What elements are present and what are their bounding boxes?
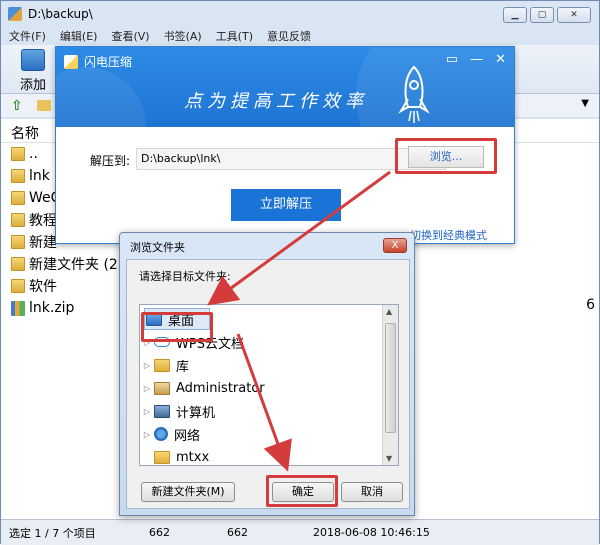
highlight-frame <box>395 138 497 174</box>
vertical-scrollbar[interactable]: ▲ ▼ <box>382 305 398 465</box>
file-name: 软件 <box>29 279 57 295</box>
extract-now-button[interactable]: 立即解压 <box>231 189 341 221</box>
zip-archive-icon <box>11 300 25 316</box>
folder-icon <box>37 100 51 111</box>
up-arrow-icon[interactable]: ⇧ <box>11 98 25 114</box>
list-item[interactable]: WeC <box>11 187 60 209</box>
menu-feedback[interactable]: 意见反馈 <box>265 27 313 45</box>
tree-item-administrator[interactable]: ▷ Administrator <box>140 377 265 399</box>
file-name: lnk.zip <box>29 300 75 316</box>
tree-item-label: mtxx <box>176 449 210 465</box>
scroll-thumb[interactable] <box>385 323 396 433</box>
status-bar: 选定 1 / 7 个项目 662 662 2018-06-08 10:46:15 <box>1 519 599 545</box>
flash-compress-dialog: 闪电压缩 点为提高工作效率 ▭ — ✕ 解压到: D:\backup\lnk\ … <box>55 46 515 244</box>
expand-arrow-icon[interactable]: ▷ <box>140 361 154 370</box>
menu-view[interactable]: 查看(V) <box>109 27 151 45</box>
list-item[interactable]: 软件 <box>11 275 57 297</box>
browse-folder-dialog: 浏览文件夹 X 请选择目标文件夹: 桌面 ▷ WPS云文档 ▷ 库 ▷ Admi… <box>119 232 415 516</box>
file-name: 新建 <box>29 235 57 251</box>
close-icon[interactable]: ✕ <box>495 52 506 67</box>
tree-item-label: 计算机 <box>176 405 216 421</box>
folder-icon <box>11 235 25 249</box>
close-button[interactable]: X <box>383 238 407 253</box>
expand-arrow-icon[interactable]: ▷ <box>140 407 154 416</box>
list-item[interactable]: 新建 <box>11 231 57 253</box>
tree-item-label: Administrator <box>176 380 265 396</box>
dialog-title: 闪电压缩 <box>84 55 133 69</box>
menu-tools[interactable]: 工具(T) <box>214 27 255 45</box>
status-size: 662 <box>149 526 170 539</box>
scroll-up-icon[interactable]: ▲ <box>386 307 392 316</box>
menu-file[interactable]: 文件(F) <box>7 27 48 45</box>
maximize-button[interactable]: ▢ <box>530 7 554 23</box>
flash-logo-icon <box>64 55 78 69</box>
computer-icon <box>154 404 170 418</box>
rocket-icon <box>398 65 430 123</box>
menu-bar: 文件(F) 编辑(E) 查看(V) 书签(A) 工具(T) 意见反馈 <box>7 27 313 45</box>
new-folder-button[interactable]: 新建文件夹(M) <box>141 482 235 502</box>
expand-arrow-icon[interactable]: ▷ <box>140 384 154 393</box>
message-icon[interactable]: ▭ <box>446 52 458 67</box>
chevron-down-icon[interactable]: ▼ <box>581 98 589 109</box>
network-icon <box>154 427 168 441</box>
list-item[interactable]: 教程 <box>11 209 57 231</box>
classic-mode-link[interactable]: 切换到经典模式 <box>410 227 487 243</box>
status-modified: 2018-06-08 10:46:15 <box>313 526 430 539</box>
tree-item-computer[interactable]: ▷ 计算机 <box>140 400 215 422</box>
minimize-button[interactable]: — <box>470 52 483 67</box>
highlight-frame <box>266 475 338 507</box>
file-name: lnk <box>29 168 50 184</box>
prompt-label: 请选择目标文件夹: <box>139 270 231 283</box>
highlight-frame <box>141 312 213 342</box>
title-bar: D:\backup\ ▁ ▢ ✕ <box>1 1 599 27</box>
tree-item-library[interactable]: ▷ 库 <box>140 354 189 376</box>
extract-to-label: 解压到: <box>90 154 131 168</box>
list-item[interactable]: .. <box>11 143 38 165</box>
truncated-column-value: 6 <box>586 297 595 313</box>
tree-item-label: 库 <box>176 359 190 375</box>
file-name: 教程 <box>29 213 57 229</box>
banner: 闪电压缩 点为提高工作效率 ▭ — ✕ <box>56 47 514 127</box>
folder-icon <box>11 257 25 271</box>
folder-icon <box>11 169 25 183</box>
dialog-body: 请选择目标文件夹: 桌面 ▷ WPS云文档 ▷ 库 ▷ Administrato… <box>126 259 410 509</box>
window-title: D:\backup\ <box>28 7 93 21</box>
add-archive-icon <box>21 49 45 71</box>
cancel-button[interactable]: 取消 <box>341 482 403 502</box>
app-logo-icon <box>8 7 22 21</box>
list-item[interactable]: lnk <box>11 165 50 187</box>
menu-edit[interactable]: 编辑(E) <box>58 27 100 45</box>
menu-bookmarks[interactable]: 书签(A) <box>162 27 204 45</box>
file-name: .. <box>29 146 38 162</box>
add-button-label: 添加 <box>19 78 46 93</box>
tree-item-mtxx[interactable]: mtxx <box>154 446 210 465</box>
folder-icon <box>11 191 25 205</box>
folder-icon <box>11 213 25 227</box>
tree-item-label: 网络 <box>174 428 201 444</box>
add-button[interactable]: 添加 <box>11 49 55 93</box>
column-name[interactable]: 名称 <box>11 123 39 143</box>
folder-icon <box>11 279 25 293</box>
list-item[interactable]: lnk.zip <box>11 297 74 319</box>
user-folder-icon <box>154 381 170 395</box>
folder-icon <box>154 450 170 464</box>
scroll-down-icon[interactable]: ▼ <box>386 454 392 463</box>
tree-item-network[interactable]: ▷ 网络 <box>140 423 200 445</box>
library-icon <box>154 358 170 372</box>
file-name: 新建文件夹 (2) <box>29 257 124 273</box>
minimize-button[interactable]: ▁ <box>503 7 527 23</box>
folder-icon <box>11 147 25 161</box>
dialog-title: 浏览文件夹 <box>130 241 185 254</box>
slogan: 点为提高工作效率 <box>184 91 368 112</box>
close-button[interactable]: ✕ <box>557 7 591 23</box>
expand-arrow-icon[interactable]: ▷ <box>140 430 154 439</box>
list-item[interactable]: 新建文件夹 (2) <box>11 253 123 275</box>
status-packed-size: 662 <box>227 526 248 539</box>
status-selection: 选定 1 / 7 个项目 <box>9 526 96 540</box>
